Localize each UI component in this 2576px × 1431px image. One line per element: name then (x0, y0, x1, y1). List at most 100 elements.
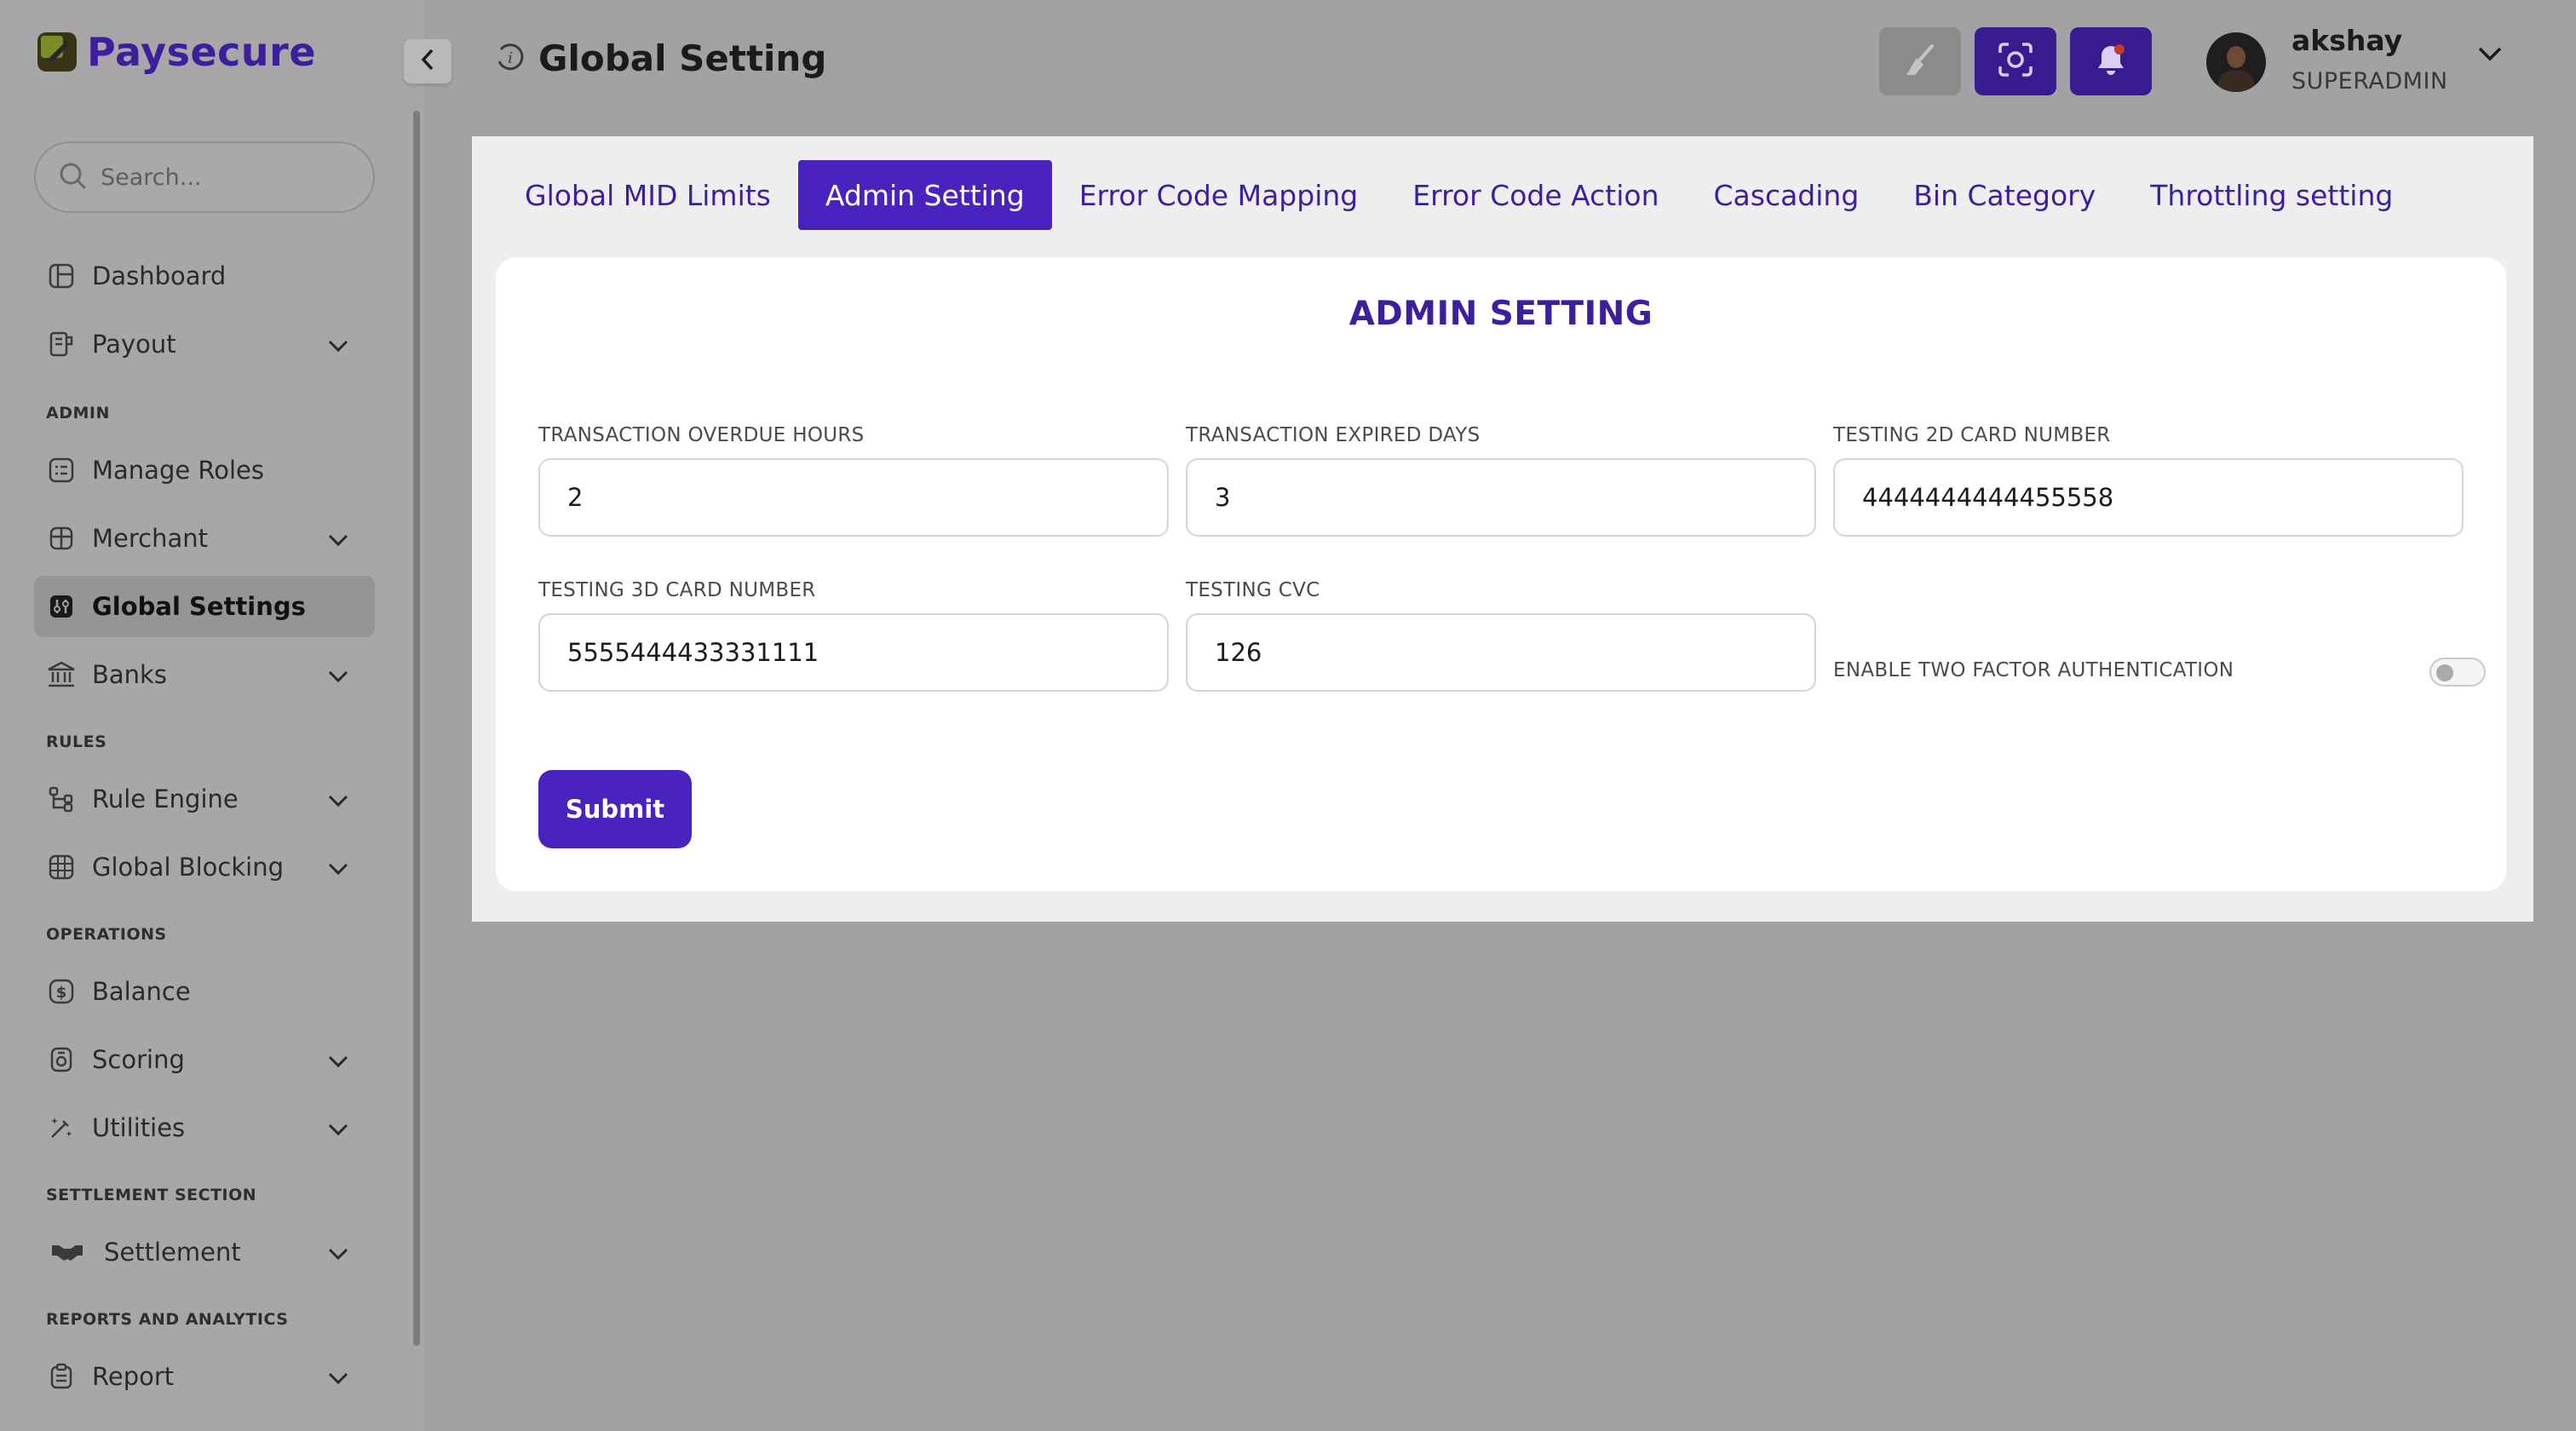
chevron-down-icon (327, 524, 349, 553)
section-label-admin: ADMIN (46, 404, 110, 422)
tab-error-code-mapping[interactable]: Error Code Mapping (1052, 160, 1386, 230)
svg-text:$: $ (56, 984, 67, 1002)
chevron-down-icon (327, 330, 349, 359)
dollar-icon: $ (46, 976, 77, 1007)
sidebar-scrollbar[interactable] (413, 111, 420, 1346)
main-panel: Global MID Limits Admin Setting Error Co… (472, 136, 2533, 922)
tab-bin-category[interactable]: Bin Category (1886, 160, 2123, 230)
sidebar-item-label: Merchant (92, 524, 208, 553)
tab-admin-setting[interactable]: Admin Setting (797, 160, 1052, 230)
payout-icon (46, 329, 77, 359)
sidebar-item-label: Payout (92, 330, 176, 359)
sidebar-item-label: Report (92, 1362, 175, 1391)
sidebar-item-banks[interactable]: Banks (34, 644, 375, 705)
info-glyph: i (508, 49, 513, 67)
broom-icon (1901, 41, 1939, 82)
section-label-reports: REPORTS AND ANALYTICS (46, 1310, 289, 1329)
sidebar-item-global-blocking[interactable]: Global Blocking (34, 836, 375, 898)
roles-icon (46, 455, 77, 486)
sidebar-item-report[interactable]: Report (34, 1346, 375, 1407)
notifications-button[interactable] (2070, 27, 2152, 95)
expired-days-input[interactable]: 3 (1186, 458, 1816, 537)
chevron-down-icon (327, 1238, 349, 1267)
admin-setting-card: ADMIN SETTING TRANSACTION OVERDUE HOURS … (496, 257, 2506, 891)
sidebar-item-global-settings[interactable]: Global Settings (34, 576, 375, 637)
scoring-icon (46, 1044, 77, 1075)
sidebar-item-label: Scoring (92, 1045, 185, 1074)
search-icon (58, 161, 87, 193)
chevron-left-icon (419, 48, 436, 75)
sidebar: Paysecure Dashboard Payout ADMIN Manage … (0, 0, 424, 1431)
section-label-settlement: SETTLEMENT SECTION (46, 1186, 257, 1204)
chevron-down-icon (327, 1045, 349, 1074)
magic-wand-icon (46, 1112, 77, 1143)
tab-throttling-setting[interactable]: Throttling setting (2123, 160, 2420, 230)
page-header: i Global Setting (494, 37, 826, 79)
brand-name: Paysecure (87, 29, 317, 75)
card-3d-input[interactable]: 5555444433331111 (538, 613, 1169, 692)
tab-global-mid-limits[interactable]: Global MID Limits (497, 160, 798, 230)
dashboard-icon (46, 261, 77, 291)
merchant-icon (46, 523, 77, 554)
collapse-sidebar-button[interactable] (404, 39, 451, 83)
section-label-rules: RULES (46, 733, 107, 751)
chevron-down-icon (327, 853, 349, 882)
two-factor-label: ENABLE TWO FACTOR AUTHENTICATION (1833, 659, 2234, 681)
two-factor-toggle[interactable] (2429, 658, 2486, 687)
user-name[interactable]: akshay (2291, 24, 2402, 57)
sidebar-item-dashboard[interactable]: Dashboard (34, 245, 375, 307)
tab-error-code-action[interactable]: Error Code Action (1385, 160, 1686, 230)
search-box[interactable] (34, 141, 375, 213)
chevron-down-icon (327, 1362, 349, 1391)
sidebar-item-label: Global Settings (92, 592, 306, 621)
sidebar-item-rule-engine[interactable]: Rule Engine (34, 768, 375, 830)
bank-icon (46, 659, 77, 690)
sidebar-item-merchant[interactable]: Merchant (34, 508, 375, 569)
brand-logo[interactable]: Paysecure (37, 29, 316, 75)
section-label-operations: OPERATIONS (46, 925, 167, 944)
user-role: SUPERADMIN (2291, 68, 2448, 95)
card-2d-label: TESTING 2D CARD NUMBER (1833, 424, 2111, 446)
sidebar-item-settlement[interactable]: Settlement (34, 1221, 375, 1283)
logo-icon (37, 32, 77, 72)
chevron-down-icon (327, 784, 349, 813)
page-title: Global Setting (538, 37, 827, 79)
settings-icon (46, 591, 77, 622)
chevron-down-icon (2477, 47, 2503, 65)
sidebar-item-label: Rule Engine (92, 784, 239, 813)
info-icon[interactable]: i (494, 41, 526, 77)
sidebar-item-payout[interactable]: Payout (34, 313, 375, 375)
overdue-hours-input[interactable]: 2 (538, 458, 1169, 537)
sidebar-item-balance[interactable]: $ Balance (34, 961, 375, 1022)
card-3d-label: TESTING 3D CARD NUMBER (538, 579, 816, 601)
sidebar-item-manage-roles[interactable]: Manage Roles (34, 440, 375, 501)
settings-tabs: Global MID Limits Admin Setting Error Co… (497, 160, 2420, 230)
submit-button[interactable]: Submit (538, 770, 692, 848)
cvc-input[interactable]: 126 (1186, 613, 1816, 692)
report-icon (46, 1361, 77, 1392)
blocking-icon (46, 852, 77, 882)
card-title: ADMIN SETTING (1348, 295, 1653, 333)
sidebar-item-label: Dashboard (92, 261, 227, 290)
sidebar-item-label: Banks (92, 660, 167, 689)
chevron-down-icon (327, 660, 349, 689)
handshake-icon (46, 1237, 89, 1267)
bell-icon (2092, 41, 2130, 82)
clear-cache-button[interactable] (1879, 27, 1961, 95)
tab-cascading[interactable]: Cascading (1686, 160, 1886, 230)
user-menu-toggle[interactable] (2477, 46, 2503, 65)
sidebar-item-scoring[interactable]: Scoring (34, 1029, 375, 1090)
chevron-down-icon (327, 1113, 349, 1142)
expired-days-label: TRANSACTION EXPIRED DAYS (1186, 424, 1481, 446)
screenshot-button[interactable] (1975, 27, 2056, 95)
sidebar-item-label: Manage Roles (92, 456, 265, 485)
overdue-hours-label: TRANSACTION OVERDUE HOURS (538, 424, 865, 446)
card-2d-input[interactable]: 4444444444455558 (1833, 458, 2464, 537)
sidebar-item-label: Settlement (104, 1238, 241, 1267)
avatar[interactable] (2206, 32, 2266, 92)
screenshot-icon (1997, 41, 2034, 82)
sidebar-item-label: Balance (92, 977, 191, 1006)
sidebar-item-label: Global Blocking (92, 853, 285, 882)
sidebar-item-utilities[interactable]: Utilities (34, 1097, 375, 1158)
search-input[interactable] (101, 164, 339, 191)
